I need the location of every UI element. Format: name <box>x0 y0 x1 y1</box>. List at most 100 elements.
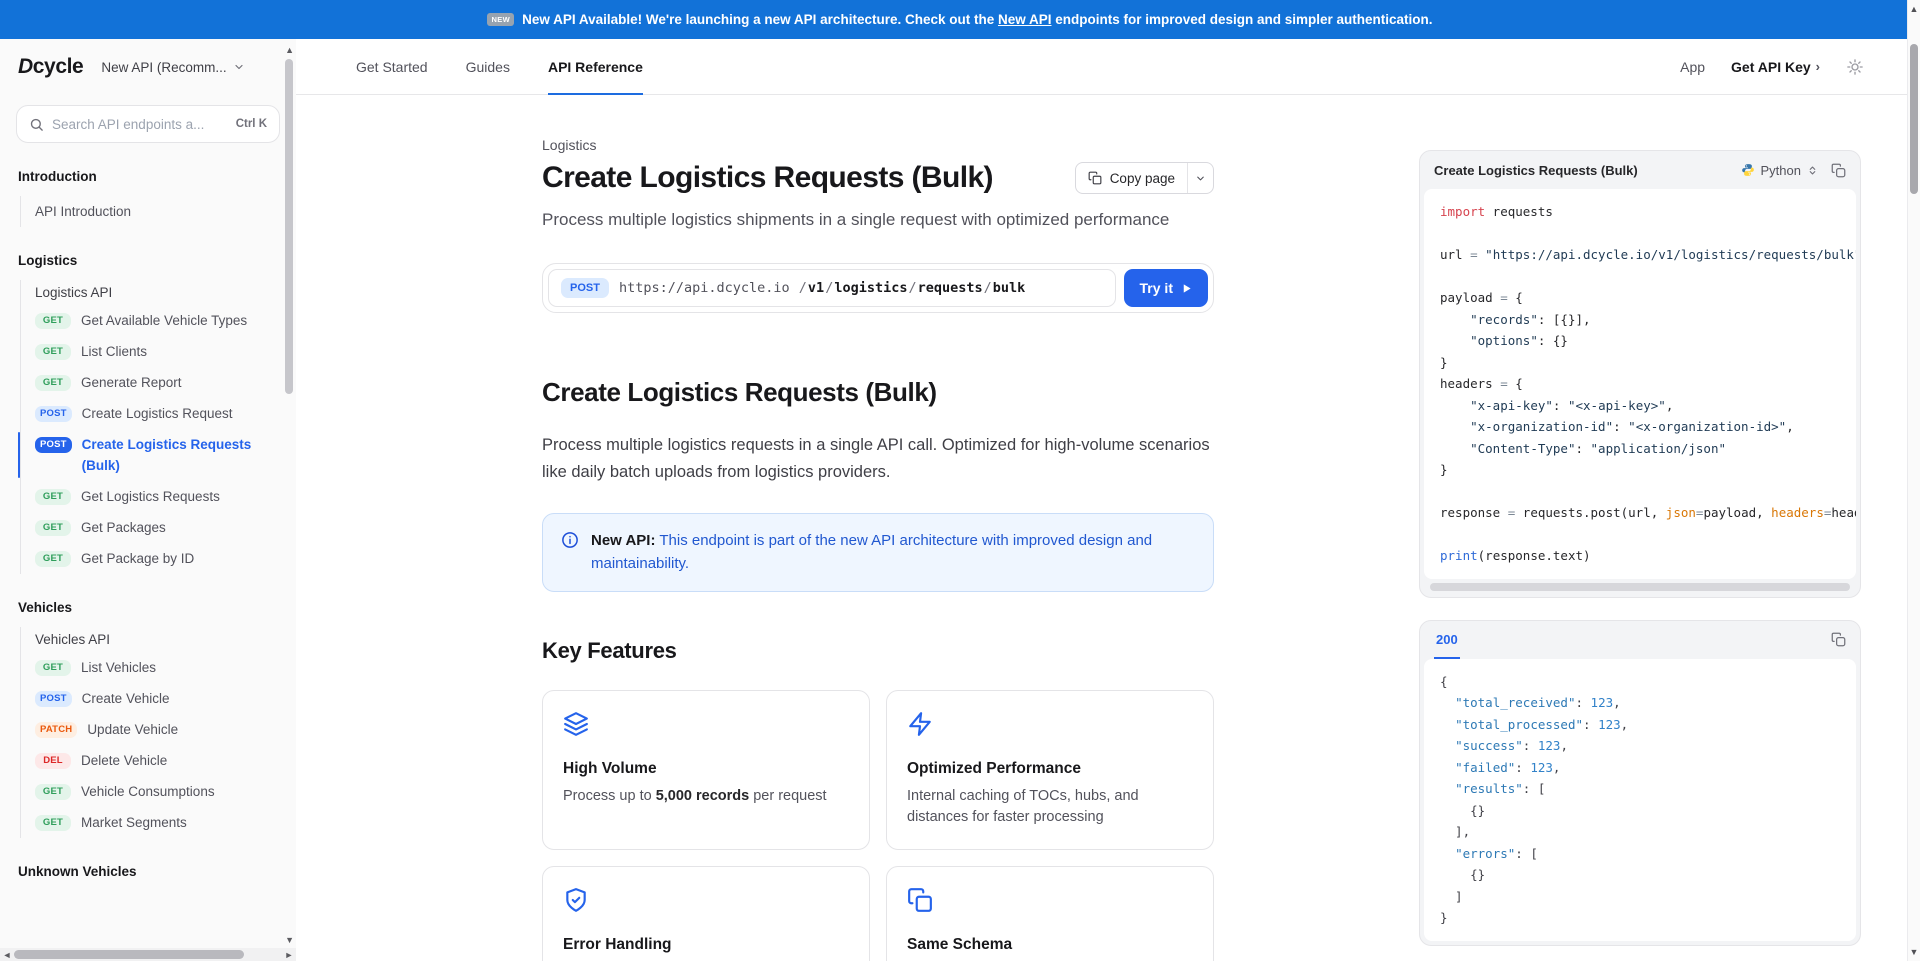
sidebar-item-label: Get Packages <box>81 517 166 538</box>
code-copy-button[interactable] <box>1824 156 1852 184</box>
scroll-left-arrow-icon[interactable]: ◄ <box>0 950 14 960</box>
scroll-up-arrow-icon[interactable]: ▲ <box>285 45 294 55</box>
version-selector[interactable]: New API (Recomm... <box>101 60 244 75</box>
try-it-button[interactable]: Try it <box>1124 269 1208 307</box>
sun-icon <box>1846 58 1864 76</box>
sidebar-item-create-logistics-requests-bulk-[interactable]: POST Create Logistics Requests (Bulk) <box>35 429 286 481</box>
sidebar-item-update-vehicle[interactable]: PATCHUpdate Vehicle <box>35 714 286 745</box>
code-line: } <box>1440 459 1840 481</box>
tab-get-started[interactable]: Get Started <box>356 39 428 94</box>
copy-page-dropdown[interactable] <box>1187 163 1213 193</box>
page-scrollbar[interactable]: ▲ ▼ <box>1907 0 1920 961</box>
copy-page-button-group: Copy page <box>1075 162 1214 194</box>
response-line: "success": 123, <box>1440 735 1840 757</box>
code-horizontal-scrollbar[interactable] <box>1430 583 1850 591</box>
sidebar-item-list-vehicles[interactable]: GETList Vehicles <box>35 652 286 683</box>
sidebar-item-get-package-by-id[interactable]: GETGet Package by ID <box>35 543 286 574</box>
breadcrumb[interactable]: Logistics <box>542 137 1214 153</box>
sidebar-hscroll-thumb[interactable] <box>14 950 244 959</box>
feature-card-title: Same Schema <box>907 936 1193 954</box>
endpoint-path: /v1/logistics/requests/bulk <box>790 280 1026 296</box>
sidebar-item-delete-vehicle[interactable]: DELDelete Vehicle <box>35 745 286 776</box>
language-selector[interactable]: Python <box>1735 159 1824 182</box>
copy-icon <box>1831 163 1846 178</box>
sidebar-item-label: List Clients <box>81 341 147 362</box>
method-badge: GET <box>35 344 71 360</box>
code-panel: Create Logistics Requests (Bulk) Python … <box>1419 150 1861 598</box>
sidebar-group: Logistics API GET Get Available Vehicle Ty… <box>20 280 286 574</box>
code-line: print(response.text) <box>1440 545 1840 567</box>
section-heading: Create Logistics Requests (Bulk) <box>542 377 1214 408</box>
response-copy-button[interactable] <box>1824 626 1852 654</box>
code-block: import requests url = "https://api.dcycl… <box>1424 189 1856 579</box>
code-line: "records": [{}], <box>1440 309 1840 331</box>
scroll-up-arrow-icon[interactable]: ▲ <box>1908 4 1920 14</box>
sidebar-item-api-introduction[interactable]: API Introduction <box>35 196 286 227</box>
method-badge: GET <box>35 815 71 831</box>
sidebar-item-label: List Vehicles <box>81 657 156 678</box>
sidebar-vertical-scrollbar[interactable]: ▲ ▼ <box>282 39 296 961</box>
method-badge: GET <box>35 313 71 329</box>
sidebar-item-label: API Introduction <box>35 201 131 222</box>
sidebar-item-vehicle-consumptions[interactable]: GETVehicle Consumptions <box>35 776 286 807</box>
layers-icon <box>563 711 849 742</box>
article: Logistics Create Logistics Requests (Bul… <box>542 95 1214 961</box>
sidebar-item-get-packages[interactable]: GETGet Packages <box>35 512 286 543</box>
endpoint-bar: POST https://api.dcycle.io /v1/logistics… <box>542 263 1214 313</box>
response-tab-200[interactable]: 200 <box>1434 621 1460 659</box>
logo[interactable]: Dcycle <box>18 55 83 79</box>
page-scroll-thumb[interactable] <box>1910 44 1918 194</box>
copy-page-button[interactable]: Copy page <box>1076 163 1187 193</box>
sidebar-horizontal-scrollbar[interactable]: ◄ ► <box>0 948 296 961</box>
sidebar-group-label[interactable]: Logistics API <box>35 280 286 305</box>
sidebar-item-create-logistics-request[interactable]: POSTCreate Logistics Request <box>35 398 286 429</box>
code-line: "x-organization-id": "<x-organization-id… <box>1440 416 1840 438</box>
scroll-down-arrow-icon[interactable]: ▼ <box>1908 947 1920 957</box>
method-badge: POST <box>35 691 72 707</box>
response-line: {} <box>1440 800 1840 822</box>
response-panel: 200 { "total_received": 123, "total_proc… <box>1419 620 1861 946</box>
response-line: ] <box>1440 886 1840 908</box>
play-icon <box>1181 283 1192 294</box>
sidebar-item-market-segments[interactable]: GETMarket Segments <box>35 807 286 838</box>
get-api-key-button[interactable]: Get API Key › <box>1731 59 1820 75</box>
method-badge: POST <box>35 437 72 453</box>
sidebar-item-label: Create Logistics Requests (Bulk) <box>82 434 286 476</box>
sidebar-item-list-clients[interactable]: GET List Clients <box>35 336 286 367</box>
sidebar-item-create-vehicle[interactable]: POSTCreate Vehicle <box>35 683 286 714</box>
sidebar-item-get-logistics-requests[interactable]: GETGet Logistics Requests <box>35 481 286 512</box>
chevron-down-icon <box>1195 173 1206 184</box>
tab-api-reference[interactable]: API Reference <box>548 39 643 94</box>
banner-text: New API Available! We're launching a new… <box>522 12 1432 27</box>
section-body: Process multiple logistics requests in a… <box>542 432 1214 485</box>
sidebar-item-get-available-vehicle-types[interactable]: GET Get Available Vehicle Types <box>35 305 286 336</box>
copy-icon <box>907 887 1193 918</box>
theme-toggle-button[interactable] <box>1846 58 1864 76</box>
response-block: { "total_received": 123, "total_processe… <box>1424 659 1856 941</box>
search-input[interactable]: Search API endpoints a... Ctrl K <box>16 105 280 143</box>
endpoint-url-text: https://api.dcycle.io /v1/logistics/requ… <box>619 280 1025 296</box>
path-separator: / <box>824 280 834 296</box>
code-line: "Content-Type": "application/json" <box>1440 438 1840 460</box>
scroll-right-arrow-icon[interactable]: ► <box>282 950 296 960</box>
info-icon <box>561 531 579 549</box>
zap-icon <box>907 711 1193 742</box>
copy-icon <box>1088 171 1102 185</box>
method-badge: POST <box>35 406 72 422</box>
feature-card-title: High Volume <box>563 760 849 778</box>
sidebar-scroll-thumb[interactable] <box>285 59 293 394</box>
feature-card-title: Error Handling <box>563 936 849 954</box>
sidebar-group-label[interactable]: Vehicles API <box>35 627 286 652</box>
response-line: { <box>1440 671 1840 693</box>
page-title: Create Logistics Requests (Bulk) <box>542 161 993 195</box>
chevron-right-icon: › <box>1816 59 1820 74</box>
new-api-callout: New API: This endpoint is part of the ne… <box>542 513 1214 592</box>
sidebar-item-generate-report[interactable]: GETGenerate Report <box>35 367 286 398</box>
tab-guides[interactable]: Guides <box>466 39 510 94</box>
scroll-down-arrow-icon[interactable]: ▼ <box>285 935 294 945</box>
path-segment: logistics <box>834 280 907 296</box>
banner-new-api-link[interactable]: New API <box>998 12 1052 27</box>
sidebar-item-label: Get Available Vehicle Types <box>81 310 247 331</box>
endpoint-url: POST https://api.dcycle.io /v1/logistics… <box>548 269 1116 307</box>
nav-app-link[interactable]: App <box>1680 59 1705 75</box>
